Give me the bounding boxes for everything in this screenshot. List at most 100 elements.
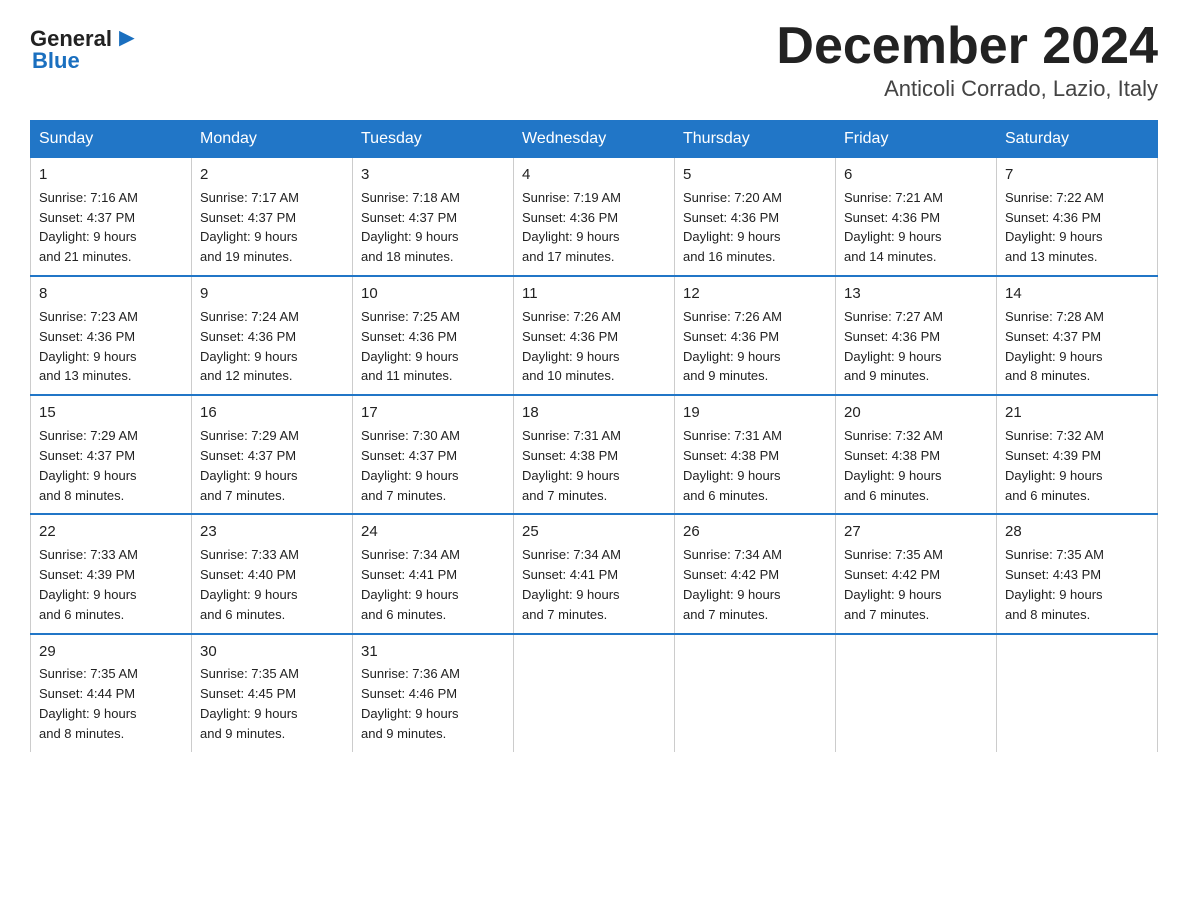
day-info: Sunrise: 7:35 AMSunset: 4:44 PMDaylight:…: [39, 666, 138, 741]
day-info: Sunrise: 7:19 AMSunset: 4:36 PMDaylight:…: [522, 190, 621, 265]
day-number: 14: [1005, 283, 1149, 305]
day-info: Sunrise: 7:35 AMSunset: 4:45 PMDaylight:…: [200, 666, 299, 741]
day-info: Sunrise: 7:26 AMSunset: 4:36 PMDaylight:…: [683, 309, 782, 384]
day-info: Sunrise: 7:27 AMSunset: 4:36 PMDaylight:…: [844, 309, 943, 384]
day-info: Sunrise: 7:32 AMSunset: 4:39 PMDaylight:…: [1005, 428, 1104, 503]
day-number: 20: [844, 402, 988, 424]
calendar-header: SundayMondayTuesdayWednesdayThursdayFrid…: [31, 121, 1158, 158]
day-info: Sunrise: 7:30 AMSunset: 4:37 PMDaylight:…: [361, 428, 460, 503]
day-info: Sunrise: 7:31 AMSunset: 4:38 PMDaylight:…: [522, 428, 621, 503]
day-cell: 13 Sunrise: 7:27 AMSunset: 4:36 PMDaylig…: [836, 276, 997, 395]
day-cell: 5 Sunrise: 7:20 AMSunset: 4:36 PMDayligh…: [675, 157, 836, 276]
day-info: Sunrise: 7:36 AMSunset: 4:46 PMDaylight:…: [361, 666, 460, 741]
title-area: December 2024 Anticoli Corrado, Lazio, I…: [776, 20, 1158, 102]
day-info: Sunrise: 7:29 AMSunset: 4:37 PMDaylight:…: [39, 428, 138, 503]
header-cell-saturday: Saturday: [997, 121, 1158, 158]
day-number: 24: [361, 521, 505, 543]
day-info: Sunrise: 7:33 AMSunset: 4:40 PMDaylight:…: [200, 547, 299, 622]
header-row: SundayMondayTuesdayWednesdayThursdayFrid…: [31, 121, 1158, 158]
day-info: Sunrise: 7:34 AMSunset: 4:41 PMDaylight:…: [361, 547, 460, 622]
day-cell: [675, 634, 836, 752]
day-info: Sunrise: 7:31 AMSunset: 4:38 PMDaylight:…: [683, 428, 782, 503]
page-header: General ► Blue December 2024 Anticoli Co…: [30, 20, 1158, 102]
header-cell-thursday: Thursday: [675, 121, 836, 158]
header-cell-friday: Friday: [836, 121, 997, 158]
week-row-4: 22 Sunrise: 7:33 AMSunset: 4:39 PMDaylig…: [31, 514, 1158, 633]
day-number: 31: [361, 641, 505, 663]
day-cell: 11 Sunrise: 7:26 AMSunset: 4:36 PMDaylig…: [514, 276, 675, 395]
day-number: 23: [200, 521, 344, 543]
day-cell: 18 Sunrise: 7:31 AMSunset: 4:38 PMDaylig…: [514, 395, 675, 514]
day-info: Sunrise: 7:25 AMSunset: 4:36 PMDaylight:…: [361, 309, 460, 384]
logo-arrow-icon: ►: [114, 24, 140, 50]
day-cell: 28 Sunrise: 7:35 AMSunset: 4:43 PMDaylig…: [997, 514, 1158, 633]
week-row-5: 29 Sunrise: 7:35 AMSunset: 4:44 PMDaylig…: [31, 634, 1158, 752]
day-cell: 20 Sunrise: 7:32 AMSunset: 4:38 PMDaylig…: [836, 395, 997, 514]
header-cell-tuesday: Tuesday: [353, 121, 514, 158]
day-number: 22: [39, 521, 183, 543]
day-number: 16: [200, 402, 344, 424]
day-number: 1: [39, 164, 183, 186]
day-info: Sunrise: 7:17 AMSunset: 4:37 PMDaylight:…: [200, 190, 299, 265]
day-number: 7: [1005, 164, 1149, 186]
day-number: 12: [683, 283, 827, 305]
day-cell: 10 Sunrise: 7:25 AMSunset: 4:36 PMDaylig…: [353, 276, 514, 395]
day-cell: 2 Sunrise: 7:17 AMSunset: 4:37 PMDayligh…: [192, 157, 353, 276]
day-cell: [997, 634, 1158, 752]
calendar-table: SundayMondayTuesdayWednesdayThursdayFrid…: [30, 120, 1158, 752]
month-title: December 2024: [776, 20, 1158, 72]
day-cell: [514, 634, 675, 752]
day-number: 25: [522, 521, 666, 543]
day-info: Sunrise: 7:34 AMSunset: 4:42 PMDaylight:…: [683, 547, 782, 622]
day-number: 15: [39, 402, 183, 424]
day-cell: 31 Sunrise: 7:36 AMSunset: 4:46 PMDaylig…: [353, 634, 514, 752]
day-number: 13: [844, 283, 988, 305]
day-number: 27: [844, 521, 988, 543]
day-cell: 19 Sunrise: 7:31 AMSunset: 4:38 PMDaylig…: [675, 395, 836, 514]
day-info: Sunrise: 7:35 AMSunset: 4:42 PMDaylight:…: [844, 547, 943, 622]
day-info: Sunrise: 7:33 AMSunset: 4:39 PMDaylight:…: [39, 547, 138, 622]
day-cell: 26 Sunrise: 7:34 AMSunset: 4:42 PMDaylig…: [675, 514, 836, 633]
day-number: 8: [39, 283, 183, 305]
day-cell: 14 Sunrise: 7:28 AMSunset: 4:37 PMDaylig…: [997, 276, 1158, 395]
day-cell: 9 Sunrise: 7:24 AMSunset: 4:36 PMDayligh…: [192, 276, 353, 395]
day-cell: 21 Sunrise: 7:32 AMSunset: 4:39 PMDaylig…: [997, 395, 1158, 514]
day-cell: [836, 634, 997, 752]
day-info: Sunrise: 7:22 AMSunset: 4:36 PMDaylight:…: [1005, 190, 1104, 265]
day-number: 4: [522, 164, 666, 186]
location-title: Anticoli Corrado, Lazio, Italy: [776, 76, 1158, 102]
day-info: Sunrise: 7:29 AMSunset: 4:37 PMDaylight:…: [200, 428, 299, 503]
day-number: 5: [683, 164, 827, 186]
day-cell: 7 Sunrise: 7:22 AMSunset: 4:36 PMDayligh…: [997, 157, 1158, 276]
day-number: 17: [361, 402, 505, 424]
day-cell: 27 Sunrise: 7:35 AMSunset: 4:42 PMDaylig…: [836, 514, 997, 633]
day-cell: 12 Sunrise: 7:26 AMSunset: 4:36 PMDaylig…: [675, 276, 836, 395]
day-info: Sunrise: 7:16 AMSunset: 4:37 PMDaylight:…: [39, 190, 138, 265]
day-number: 21: [1005, 402, 1149, 424]
day-number: 28: [1005, 521, 1149, 543]
day-cell: 4 Sunrise: 7:19 AMSunset: 4:36 PMDayligh…: [514, 157, 675, 276]
day-cell: 22 Sunrise: 7:33 AMSunset: 4:39 PMDaylig…: [31, 514, 192, 633]
day-number: 3: [361, 164, 505, 186]
day-cell: 23 Sunrise: 7:33 AMSunset: 4:40 PMDaylig…: [192, 514, 353, 633]
day-number: 29: [39, 641, 183, 663]
day-info: Sunrise: 7:23 AMSunset: 4:36 PMDaylight:…: [39, 309, 138, 384]
day-info: Sunrise: 7:34 AMSunset: 4:41 PMDaylight:…: [522, 547, 621, 622]
day-cell: 3 Sunrise: 7:18 AMSunset: 4:37 PMDayligh…: [353, 157, 514, 276]
day-cell: 6 Sunrise: 7:21 AMSunset: 4:36 PMDayligh…: [836, 157, 997, 276]
header-cell-monday: Monday: [192, 121, 353, 158]
logo-blue: Blue: [30, 48, 80, 74]
day-info: Sunrise: 7:26 AMSunset: 4:36 PMDaylight:…: [522, 309, 621, 384]
day-info: Sunrise: 7:21 AMSunset: 4:36 PMDaylight:…: [844, 190, 943, 265]
day-info: Sunrise: 7:35 AMSunset: 4:43 PMDaylight:…: [1005, 547, 1104, 622]
day-number: 2: [200, 164, 344, 186]
logo-general: General: [30, 28, 112, 50]
logo-text: General ►: [30, 24, 140, 50]
day-info: Sunrise: 7:28 AMSunset: 4:37 PMDaylight:…: [1005, 309, 1104, 384]
day-cell: 30 Sunrise: 7:35 AMSunset: 4:45 PMDaylig…: [192, 634, 353, 752]
week-row-3: 15 Sunrise: 7:29 AMSunset: 4:37 PMDaylig…: [31, 395, 1158, 514]
day-cell: 29 Sunrise: 7:35 AMSunset: 4:44 PMDaylig…: [31, 634, 192, 752]
day-number: 19: [683, 402, 827, 424]
day-info: Sunrise: 7:24 AMSunset: 4:36 PMDaylight:…: [200, 309, 299, 384]
day-number: 9: [200, 283, 344, 305]
